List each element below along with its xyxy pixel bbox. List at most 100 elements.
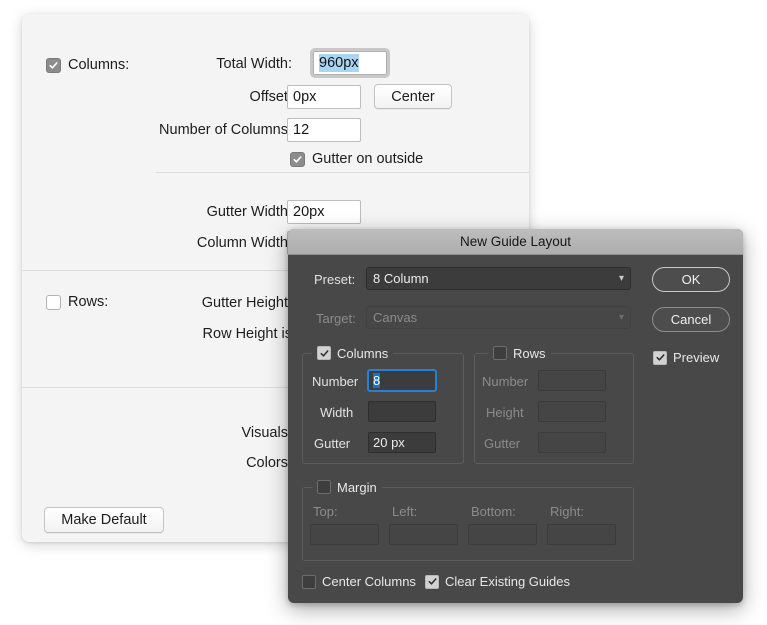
preview-checkbox-row[interactable]: Preview — [653, 350, 719, 365]
offset-value: 0px — [293, 89, 316, 105]
column-width-label: Column Width: — [197, 235, 292, 251]
clear-existing-guides-row[interactable]: Clear Existing Guides — [425, 574, 570, 589]
total-width-value: 960px — [319, 54, 359, 72]
ok-button-label: OK — [682, 272, 701, 287]
checkmark-icon — [320, 349, 329, 358]
columns-group-header[interactable]: Columns — [312, 345, 393, 361]
rows-checkbox-label: Rows: — [68, 294, 108, 310]
cancel-button-label: Cancel — [671, 312, 711, 327]
rows-group-title: Rows — [513, 346, 546, 361]
dialog-titlebar: New Guide Layout — [288, 229, 743, 255]
preview-checkbox-label: Preview — [673, 350, 719, 365]
number-of-columns-label-wrap: Number of Columns: — [122, 122, 292, 138]
rows-height-label: Height — [486, 405, 524, 420]
offset-label: Offset: — [250, 89, 292, 105]
visuals-label: Visuals: — [241, 425, 292, 441]
gutter-on-outside-label: Gutter on outside — [312, 151, 423, 167]
gutter-height-label: Gutter Height: — [202, 295, 292, 311]
rows-checkbox[interactable] — [46, 295, 61, 310]
gutter-width-label: Gutter Width: — [207, 204, 292, 220]
make-default-button[interactable]: Make Default — [44, 507, 164, 533]
margin-group-checkbox[interactable] — [317, 480, 331, 494]
number-of-columns-input[interactable]: 12 — [287, 118, 361, 142]
center-columns-checkbox[interactable] — [302, 575, 316, 589]
checkmark-icon — [49, 61, 58, 70]
margin-group-title: Margin — [337, 480, 377, 495]
screenshot-stage: Columns: Total Width: 960px Offset: 0px … — [0, 0, 767, 625]
columns-number-input[interactable]: 8 — [368, 370, 436, 391]
clear-existing-guides-label: Clear Existing Guides — [445, 574, 570, 589]
rows-checkbox-row[interactable]: Rows: — [46, 294, 108, 310]
columns-width-input[interactable] — [368, 401, 436, 422]
ok-button[interactable]: OK — [652, 267, 730, 292]
center-columns-label: Center Columns — [322, 574, 416, 589]
center-button[interactable]: Center — [374, 84, 452, 109]
gutter-width-input[interactable]: 20px — [287, 200, 361, 224]
rows-group-checkbox[interactable] — [493, 346, 507, 360]
chevron-down-icon: ▾ — [619, 313, 624, 323]
columns-checkbox-label: Columns: — [68, 57, 129, 73]
margin-left-input — [389, 524, 458, 545]
rows-number-label: Number — [482, 374, 528, 389]
columns-gutter-value: 20 px — [373, 435, 405, 450]
columns-checkbox[interactable] — [46, 58, 61, 73]
rows-number-input — [538, 370, 606, 391]
dialog-title: New Guide Layout — [460, 234, 571, 249]
preset-value: 8 Column — [373, 271, 429, 286]
new-guide-layout-dialog: New Guide Layout Preset: 8 Column ▾ Targ… — [288, 229, 743, 603]
preset-select[interactable]: 8 Column ▾ — [366, 267, 631, 290]
rows-height-input — [538, 401, 606, 422]
columns-gutter-label: Gutter — [314, 436, 350, 451]
row-height-label: Row Height is — [203, 326, 292, 342]
target-label: Target: — [316, 311, 356, 326]
checkmark-icon — [293, 155, 302, 164]
gutter-on-outside-row[interactable]: Gutter on outside — [290, 151, 423, 167]
total-width-label-wrap: Total Width: — [142, 56, 292, 72]
column-width-label-wrap: Column Width: — [132, 235, 292, 251]
cancel-button[interactable]: Cancel — [652, 307, 730, 332]
number-of-columns-value: 12 — [293, 122, 309, 138]
preview-checkbox[interactable] — [653, 351, 667, 365]
total-width-input[interactable]: 960px — [313, 51, 387, 75]
offset-label-wrap: Offset: — [142, 89, 292, 105]
visuals-label-wrap: Visuals: — [132, 425, 292, 441]
gutter-height-label-wrap: Gutter Height: — [132, 295, 292, 311]
margin-bottom-input — [468, 524, 537, 545]
total-width-label: Total Width: — [216, 56, 292, 72]
margin-bottom-label: Bottom: — [471, 504, 516, 519]
colors-label-wrap: Colors: — [132, 455, 292, 471]
margin-top-input — [310, 524, 379, 545]
columns-width-label: Width — [320, 405, 353, 420]
preset-label: Preset: — [314, 272, 355, 287]
margin-right-label: Right: — [550, 504, 584, 519]
columns-number-label: Number — [312, 374, 358, 389]
row-height-label-wrap: Row Height is — [132, 326, 292, 342]
gutter-width-value: 20px — [293, 204, 324, 220]
center-button-label: Center — [391, 89, 435, 105]
rows-gutter-label: Gutter — [484, 436, 520, 451]
section-divider-1 — [156, 172, 529, 173]
columns-group-checkbox[interactable] — [317, 346, 331, 360]
target-select: Canvas ▾ — [366, 306, 631, 329]
checkmark-icon — [656, 353, 665, 362]
target-value: Canvas — [373, 310, 417, 325]
offset-input[interactable]: 0px — [287, 85, 361, 109]
margin-left-label: Left: — [392, 504, 417, 519]
chevron-down-icon: ▾ — [619, 274, 624, 284]
checkmark-icon — [428, 577, 437, 586]
columns-checkbox-row[interactable]: Columns: — [46, 57, 129, 73]
gutter-on-outside-checkbox[interactable] — [290, 152, 305, 167]
number-of-columns-label: Number of Columns: — [159, 122, 292, 138]
make-default-button-label: Make Default — [61, 512, 146, 528]
gutter-width-label-wrap: Gutter Width: — [132, 204, 292, 220]
clear-existing-guides-checkbox[interactable] — [425, 575, 439, 589]
rows-gutter-input — [538, 432, 606, 453]
rows-group-header[interactable]: Rows — [488, 345, 551, 361]
margin-group-header[interactable]: Margin — [312, 479, 382, 495]
colors-label: Colors: — [246, 455, 292, 471]
columns-gutter-input[interactable]: 20 px — [368, 432, 436, 453]
margin-right-input — [547, 524, 616, 545]
columns-group-title: Columns — [337, 346, 388, 361]
columns-number-value: 8 — [373, 373, 380, 388]
center-columns-row[interactable]: Center Columns — [302, 574, 416, 589]
